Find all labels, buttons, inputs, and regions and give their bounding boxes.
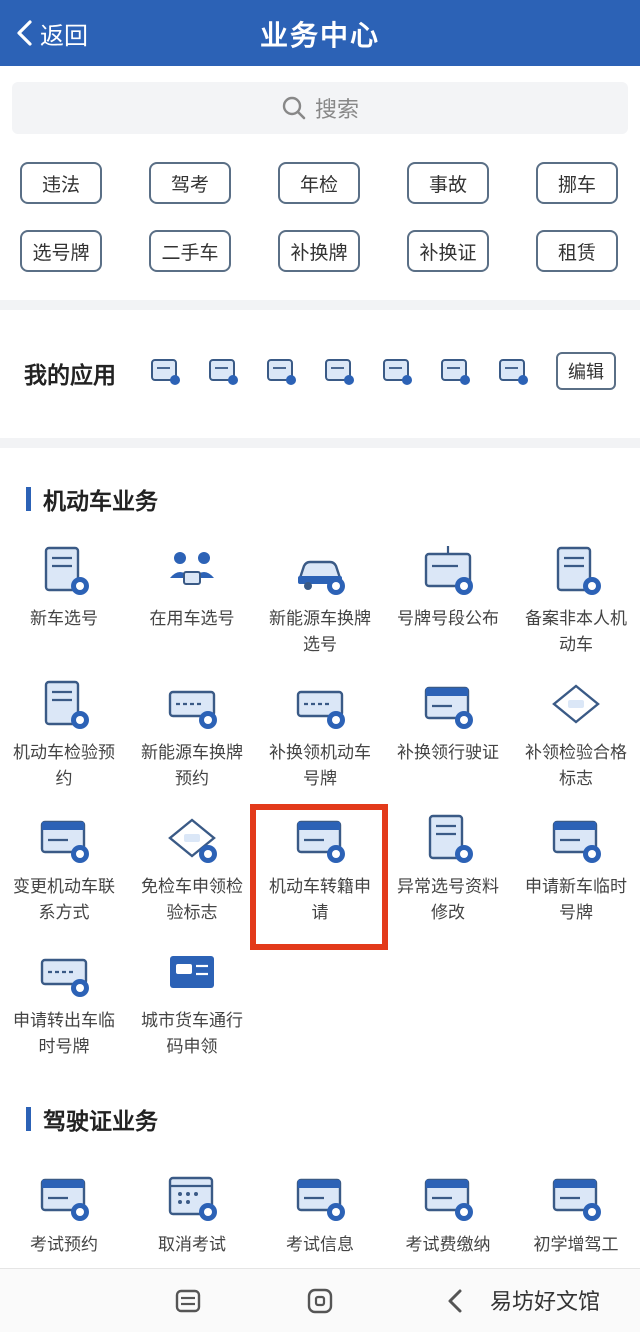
- page-title: 业务中心: [259, 19, 380, 52]
- license-plate-icon[interactable]: [380, 354, 414, 388]
- service-item[interactable]: 考试信息: [256, 1168, 384, 1258]
- service-item[interactable]: 城市货车通行码申领: [128, 944, 256, 1060]
- search-input[interactable]: 搜索: [12, 82, 628, 134]
- service-item[interactable]: 机动车检验预约: [0, 676, 128, 792]
- edit-button[interactable]: 编辑: [556, 352, 616, 390]
- replace-license-icon: [424, 686, 473, 729]
- service-item-label: 异常选号资料修改: [397, 877, 499, 923]
- tag-button[interactable]: 年检: [278, 162, 360, 204]
- service-item-label: 新车选号: [30, 609, 98, 629]
- service-item-label: 机动车转籍申请: [269, 877, 371, 923]
- tag-button[interactable]: 二手车: [149, 230, 231, 272]
- watermark-text: 易坊好文馆: [490, 1290, 601, 1315]
- id-card-icon[interactable]: [496, 354, 530, 388]
- tag-button[interactable]: 补换牌: [278, 230, 360, 272]
- service-item[interactable]: 补领检验合格标志: [512, 676, 640, 792]
- tag-button[interactable]: 事故: [407, 162, 489, 204]
- inspection-booking-icon: [44, 680, 89, 729]
- tag-button[interactable]: 驾考: [149, 162, 231, 204]
- service-item[interactable]: 备案非本人机动车: [512, 542, 640, 658]
- replace-plate-icon: [296, 690, 345, 729]
- service-item-label: 补换领机动车号牌: [269, 743, 371, 789]
- business-section: 机动车业务 驾驶证业务 新车选号 在用车选号 新能源车换牌选号 号牌号段公布 备案非本人…: [0, 448, 640, 1268]
- top-bar: 返回 业务中心: [0, 0, 640, 66]
- service-item[interactable]: 补换领机动车号牌: [256, 676, 384, 792]
- back-nav-icon[interactable]: [440, 1285, 472, 1317]
- service-item[interactable]: 取消考试: [128, 1168, 256, 1258]
- tag-button[interactable]: 违法: [20, 162, 102, 204]
- temp-plate-icon: [552, 820, 601, 863]
- service-item[interactable]: 变更机动车联系方式: [0, 810, 128, 926]
- tag-button[interactable]: 选号牌: [20, 230, 102, 272]
- service-item-label: 备案非本人机动车: [525, 609, 627, 655]
- new-car-select-icon: [44, 546, 89, 595]
- exam-info-icon: [296, 1178, 345, 1221]
- service-item-label: 取消考试: [158, 1235, 226, 1255]
- service-item-label: 申请新车临时号牌: [525, 877, 627, 923]
- service-item[interactable]: 在用车选号: [128, 542, 256, 632]
- service-item[interactable]: 申请转出车临时号牌: [0, 944, 128, 1060]
- transfer-registration-icon: [296, 820, 345, 863]
- menu-icon[interactable]: [172, 1285, 204, 1317]
- service-item-label: 新能源车换牌选号: [269, 609, 371, 655]
- service-item[interactable]: 考试费缴纳: [384, 1168, 512, 1258]
- ev-car-icon: [298, 560, 345, 595]
- service-item[interactable]: 号牌号段公布: [384, 542, 512, 632]
- service-item-label: 免检车申领检验标志: [141, 877, 243, 923]
- service-item-label: 补换领行驶证: [397, 743, 499, 763]
- service-item[interactable]: 初学增驾工: [512, 1168, 640, 1258]
- service-item-label: 考试信息: [286, 1235, 354, 1255]
- service-item[interactable]: 申请新车临时号牌: [512, 810, 640, 926]
- truck-pass-icon: [170, 956, 214, 988]
- tag-button[interactable]: 挪车: [536, 162, 618, 204]
- service-item-label: 申请转出车临时号牌: [13, 1011, 115, 1057]
- service-item[interactable]: 新能源车换牌预约: [128, 676, 256, 792]
- service-item-label: 考试费缴纳: [405, 1235, 491, 1255]
- cancel-exam-icon: [168, 1176, 217, 1221]
- form-icon[interactable]: [264, 354, 298, 388]
- search-icon: [282, 96, 306, 120]
- exam-booking-icon: [40, 1178, 89, 1221]
- tag-button[interactable]: 补换证: [407, 230, 489, 272]
- change-contact-icon: [40, 820, 89, 863]
- service-item-label: 在用车选号: [149, 609, 235, 629]
- plate-range-board-icon: [424, 546, 473, 595]
- inspection-mark-icon: [552, 684, 600, 724]
- my-apps-label: 我的应用: [24, 363, 116, 389]
- ev-plate-booking-icon: [168, 690, 217, 729]
- document-plus-icon[interactable]: [206, 354, 240, 388]
- exempt-mark-icon: [168, 818, 217, 863]
- service-item[interactable]: 考试预约: [0, 1168, 128, 1258]
- service-item-label: 城市货车通行码申领: [141, 1011, 243, 1057]
- transfer-out-plate-icon: [40, 958, 89, 997]
- tag-button[interactable]: 租赁: [536, 230, 618, 272]
- car-plus-icon[interactable]: [148, 354, 182, 388]
- service-item-label: 初学增驾工: [533, 1235, 619, 1255]
- my-apps-section: 我的应用 编辑: [0, 310, 640, 438]
- beginner-license-icon: [552, 1178, 601, 1221]
- service-item[interactable]: 异常选号资料修改: [384, 810, 512, 926]
- service-item[interactable]: 免检车申领检验标志: [128, 810, 256, 926]
- section-title-license: 驾驶证业务: [26, 1102, 158, 1136]
- used-car-select-icon: [170, 552, 214, 585]
- service-item[interactable]: 机动车转籍申请: [256, 810, 384, 926]
- service-item-label: 新能源车换牌预约: [141, 743, 243, 789]
- car-refresh-icon[interactable]: [322, 354, 356, 388]
- exam-fee-icon: [424, 1178, 473, 1221]
- search-placeholder: 搜索: [314, 98, 359, 123]
- service-item[interactable]: 补换领行驶证: [384, 676, 512, 766]
- service-item-label: 机动车检验预约: [13, 743, 115, 789]
- section-title-motor: 机动车业务: [26, 482, 158, 516]
- service-item-label: 号牌号段公布: [397, 609, 499, 629]
- service-item-label: 补领检验合格标志: [525, 743, 627, 789]
- record-document-icon: [556, 546, 601, 595]
- service-item[interactable]: 新车选号: [0, 542, 128, 632]
- service-item-label: 变更机动车联系方式: [13, 877, 115, 923]
- list-icon[interactable]: [438, 354, 472, 388]
- service-item-label: 考试预约: [30, 1235, 98, 1255]
- search-section: 搜索 违法 驾考 年检 事故 挪车选号牌 二手车 补换牌 补换证 租赁: [0, 66, 640, 300]
- edit-info-icon: [428, 814, 473, 863]
- service-item[interactable]: 新能源车换牌选号: [256, 542, 384, 658]
- home-icon[interactable]: [304, 1285, 336, 1317]
